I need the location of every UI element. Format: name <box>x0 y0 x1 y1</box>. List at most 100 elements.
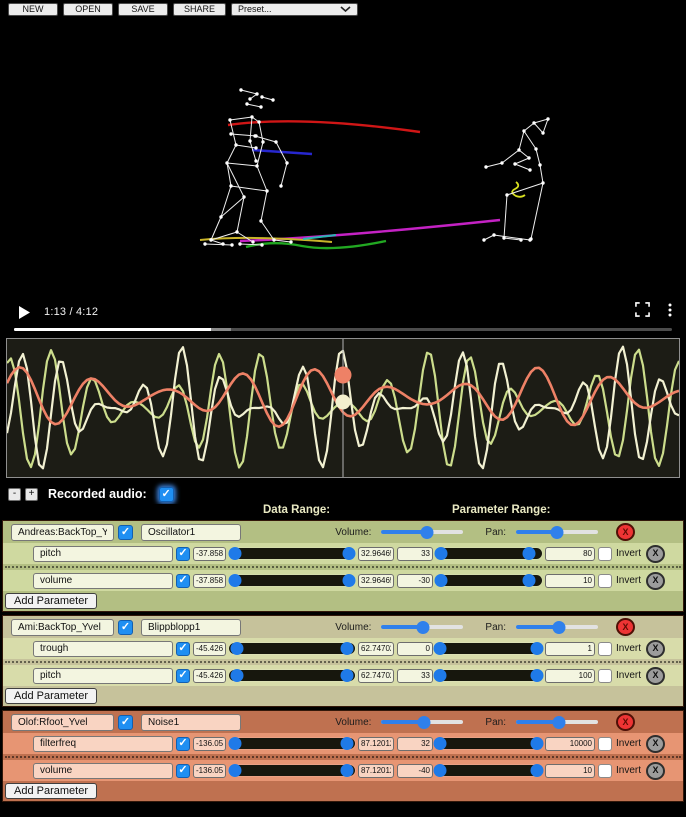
param-min-value[interactable] <box>397 737 433 751</box>
slider-thumb-low[interactable] <box>434 642 447 655</box>
parameter-enabled-checkbox[interactable] <box>176 764 190 778</box>
remove-parameter-button[interactable]: X <box>646 545 665 563</box>
source-name-input[interactable] <box>11 619 114 636</box>
data-max-value[interactable] <box>358 642 394 656</box>
pan-slider[interactable] <box>516 720 598 724</box>
param-min-value[interactable] <box>397 547 433 561</box>
invert-checkbox[interactable] <box>598 764 612 778</box>
slider-thumb-high[interactable] <box>530 642 543 655</box>
slider-thumb[interactable] <box>552 621 565 634</box>
data-range-slider[interactable] <box>229 670 355 681</box>
more-options-icon[interactable] <box>668 303 672 322</box>
parameter-enabled-checkbox[interactable] <box>176 547 190 561</box>
slider-thumb[interactable] <box>552 716 565 729</box>
param-max-value[interactable] <box>545 764 595 778</box>
param-range-slider[interactable] <box>436 765 542 776</box>
slider-thumb-low[interactable] <box>435 547 448 560</box>
remove-section-button[interactable]: X <box>616 523 635 541</box>
data-min-value[interactable] <box>193 737 226 751</box>
remove-parameter-button[interactable]: X <box>646 572 665 590</box>
param-min-value[interactable] <box>397 642 433 656</box>
add-parameter-button[interactable]: Add Parameter <box>5 688 97 704</box>
param-max-value[interactable] <box>545 574 595 588</box>
param-min-value[interactable] <box>397 669 433 683</box>
data-min-value[interactable] <box>193 669 226 683</box>
slider-thumb-low[interactable] <box>229 737 242 750</box>
section-enabled-checkbox[interactable] <box>118 525 133 540</box>
param-min-value[interactable] <box>397 764 433 778</box>
volume-slider[interactable] <box>381 530 463 534</box>
invert-checkbox[interactable] <box>598 642 612 656</box>
volume-slider[interactable] <box>381 720 463 724</box>
data-min-value[interactable] <box>193 547 226 561</box>
invert-checkbox[interactable] <box>598 737 612 751</box>
slider-thumb-high[interactable] <box>523 574 536 587</box>
slider-thumb-high[interactable] <box>523 547 536 560</box>
slider-thumb[interactable] <box>418 716 431 729</box>
slider-thumb-high[interactable] <box>341 642 354 655</box>
param-range-slider[interactable] <box>436 643 542 654</box>
recorded-audio-checkbox[interactable] <box>159 487 174 502</box>
parameter-name-input[interactable] <box>33 668 173 684</box>
fullscreen-icon[interactable] <box>635 302 650 322</box>
pan-slider[interactable] <box>516 625 598 629</box>
slider-thumb-low[interactable] <box>434 764 447 777</box>
data-range-slider[interactable] <box>229 643 355 654</box>
video-player[interactable]: 1:13 / 4:12 <box>0 18 686 335</box>
preset-select[interactable]: Preset... <box>231 3 358 16</box>
data-min-value[interactable] <box>193 574 226 588</box>
data-range-slider[interactable] <box>229 575 355 586</box>
data-max-value[interactable] <box>358 547 394 561</box>
remove-parameter-button[interactable]: X <box>646 735 665 753</box>
slider-thumb-high[interactable] <box>530 737 543 750</box>
invert-checkbox[interactable] <box>598 547 612 561</box>
slider-thumb-high[interactable] <box>530 669 543 682</box>
parameter-name-input[interactable] <box>33 546 173 562</box>
slider-thumb-low[interactable] <box>229 547 242 560</box>
new-button[interactable]: NEW <box>8 3 58 16</box>
slider-thumb[interactable] <box>420 526 433 539</box>
zoom-out-button[interactable]: - <box>8 488 21 501</box>
source-name-input[interactable] <box>11 714 114 731</box>
parameter-name-input[interactable] <box>33 573 173 589</box>
data-min-value[interactable] <box>193 764 226 778</box>
slider-thumb-low[interactable] <box>229 574 242 587</box>
slider-thumb[interactable] <box>551 526 564 539</box>
data-range-slider[interactable] <box>229 548 355 559</box>
zoom-in-button[interactable]: + <box>25 488 38 501</box>
slider-thumb-high[interactable] <box>341 669 354 682</box>
data-range-slider[interactable] <box>229 738 355 749</box>
slider-thumb-high[interactable] <box>341 737 354 750</box>
data-max-value[interactable] <box>358 764 394 778</box>
slider-thumb-low[interactable] <box>434 737 447 750</box>
parameter-enabled-checkbox[interactable] <box>176 737 190 751</box>
param-max-value[interactable] <box>545 737 595 751</box>
slider-thumb-high[interactable] <box>342 547 355 560</box>
pan-slider[interactable] <box>516 530 598 534</box>
param-range-slider[interactable] <box>436 738 542 749</box>
data-range-slider[interactable] <box>229 765 355 776</box>
save-button[interactable]: SAVE <box>118 3 168 16</box>
remove-section-button[interactable]: X <box>616 713 635 731</box>
slider-thumb-low[interactable] <box>435 574 448 587</box>
remove-parameter-button[interactable]: X <box>646 640 665 658</box>
remove-parameter-button[interactable]: X <box>646 762 665 780</box>
section-enabled-checkbox[interactable] <box>118 715 133 730</box>
section-enabled-checkbox[interactable] <box>118 620 133 635</box>
slider-thumb-low[interactable] <box>229 764 242 777</box>
data-max-value[interactable] <box>358 737 394 751</box>
play-icon[interactable] <box>18 306 30 319</box>
invert-checkbox[interactable] <box>598 574 612 588</box>
param-max-value[interactable] <box>545 642 595 656</box>
add-parameter-button[interactable]: Add Parameter <box>5 593 97 609</box>
parameter-name-input[interactable] <box>33 641 173 657</box>
data-max-value[interactable] <box>358 669 394 683</box>
parameter-enabled-checkbox[interactable] <box>176 574 190 588</box>
share-button[interactable]: SHARE <box>173 3 226 16</box>
parameter-name-input[interactable] <box>33 763 173 779</box>
param-range-slider[interactable] <box>436 670 542 681</box>
open-button[interactable]: OPEN <box>63 3 113 16</box>
param-range-slider[interactable] <box>436 575 542 586</box>
param-range-slider[interactable] <box>436 548 542 559</box>
add-parameter-button[interactable]: Add Parameter <box>5 783 97 799</box>
